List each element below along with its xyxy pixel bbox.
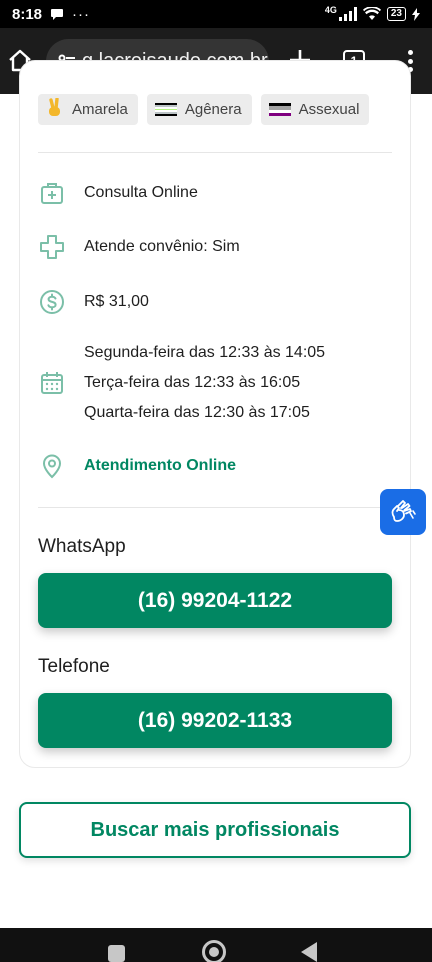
victory-hand-icon [46,96,64,122]
info-location: Atendimento Online [38,452,236,480]
wifi-icon [362,7,381,20]
sign-language-icon [391,500,416,522]
menu-dot-icon [407,50,413,55]
schedule-tuesday: Terça-feira das 12:33 às 16:05 [84,374,301,391]
more-notifications-icon: ··· [72,5,91,23]
location-link[interactable]: Atendimento Online [84,457,236,475]
chip-sexuality: Assexual [260,94,370,125]
location-pin-icon [38,452,66,480]
phone-button[interactable]: (16) 99202-1133 [38,693,392,748]
menu-dot-icon [407,58,413,64]
network-type: 4G [324,5,337,15]
chip-label: Assexual [298,101,360,118]
schedule-wednesday: Quarta-feira das 12:30 às 17:05 [84,404,310,421]
chip-label: Amarela [72,101,128,118]
home-nav-button[interactable] [202,940,226,962]
phone-title: Telefone [38,656,110,677]
recents-button[interactable] [108,945,125,962]
whatsapp-button[interactable]: (16) 99204-1122 [38,573,392,628]
signal-icon [338,7,357,21]
asexual-flag-icon [268,103,291,116]
info-price: R$ 31,00 [38,288,149,316]
divider [38,507,392,508]
chip-race: Amarela [38,94,138,125]
status-bar: 8:18 ··· 4G 23 [0,0,432,28]
status-time: 8:18 [12,5,43,23]
accessibility-button[interactable] [380,489,426,535]
chip-gender: Agênera [146,94,252,125]
medical-bag-icon [38,179,66,207]
insurance-text: Atende convênio: Sim [84,238,240,255]
schedule-monday: Segunda-feira das 12:33 às 14:05 [84,344,326,361]
dollar-coin-icon [38,288,66,316]
system-nav-bar [0,928,432,962]
battery-indicator: 23 [386,7,406,21]
consultation-text: Consulta Online [84,184,198,201]
back-button[interactable] [301,942,317,962]
chip-label: Agênera [184,101,242,118]
info-consultation: Consulta Online [38,179,198,207]
info-schedule [38,369,66,397]
identity-chips: Amarela Agênera Assexual [38,94,370,125]
search-more-button[interactable]: Buscar mais profissionais [19,802,411,858]
charging-icon [412,7,420,21]
price-text: R$ 31,00 [84,293,149,310]
divider [38,152,392,153]
health-cross-icon [38,233,66,261]
chat-notification-icon [51,8,64,20]
whatsapp-title: WhatsApp [38,536,126,557]
info-insurance: Atende convênio: Sim [38,233,240,261]
calendar-icon [38,369,66,397]
agender-flag-icon [154,103,177,117]
